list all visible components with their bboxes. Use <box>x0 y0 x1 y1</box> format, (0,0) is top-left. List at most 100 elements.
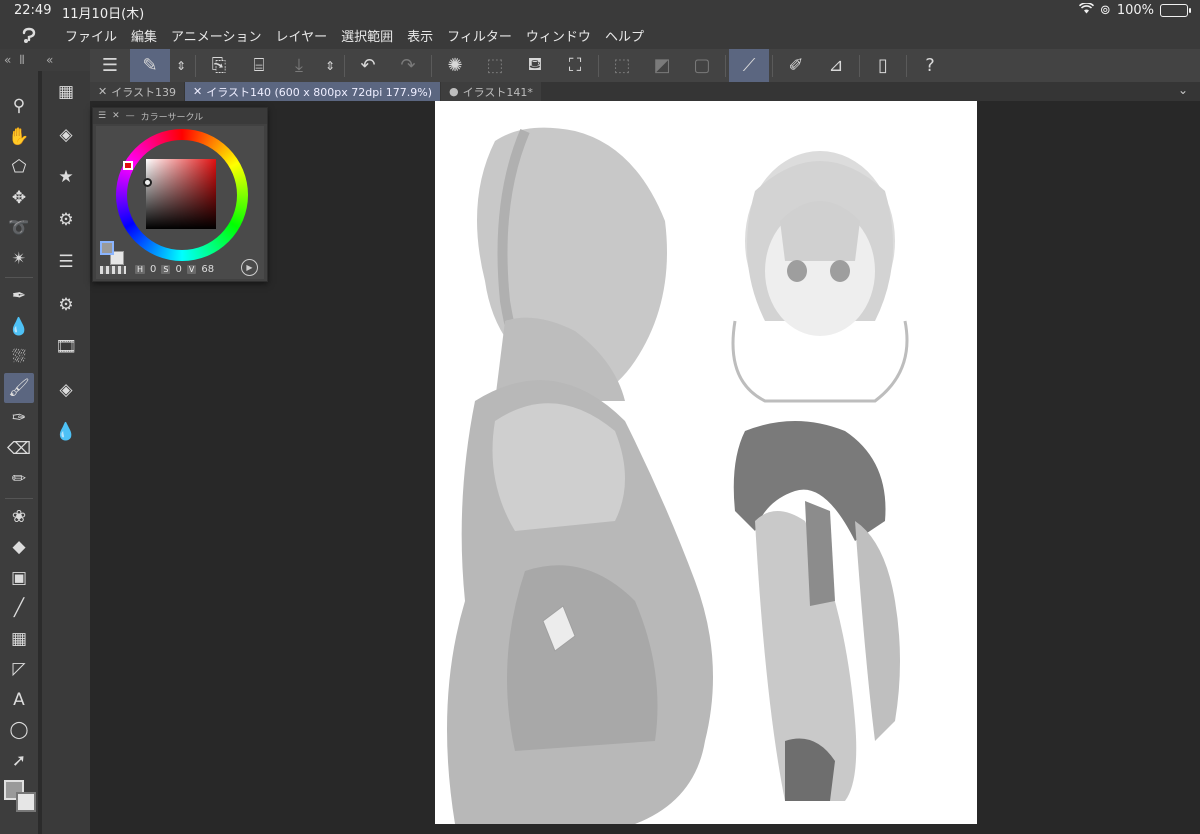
toolbar-divider <box>906 54 907 77</box>
menu-file[interactable]: ファイル <box>58 26 124 45</box>
zoom-icon[interactable]: ⚲ <box>0 91 38 122</box>
color-mix-icon[interactable]: 💧 <box>42 411 90 454</box>
grip-icon[interactable]: ☰ <box>98 111 106 121</box>
layer-search-icon[interactable]: ◈ <box>42 369 90 412</box>
collapse-left-icon-2[interactable]: « <box>46 53 53 67</box>
brush-list-icon[interactable]: ☰ <box>42 241 90 284</box>
close-icon[interactable]: ✕ <box>98 85 107 98</box>
unsaved-dot-icon: ● <box>449 85 459 98</box>
correction-icon[interactable]: ➚ <box>0 746 38 777</box>
fill-icon[interactable]: ◆ <box>0 532 38 563</box>
tab-illust-140[interactable]: ✕ イラスト140 (600 x 800px 72dpi 177.9%) <box>185 82 441 101</box>
tool-palette: ⚲ ✋ ⬠ ✥ ➰ ✴ ✒ 💧 ⛆ 🖌 ✑ ⌫ ✏ ❀ ◆ ▣ ╱ ▦ ◸ A … <box>0 71 38 834</box>
layer-property-icon[interactable]: ▦ <box>42 71 90 114</box>
tab-label: イラスト140 (600 x 800px 72dpi 177.9%) <box>206 85 433 99</box>
sub-color-swatch[interactable] <box>16 792 36 812</box>
loading-spinner-icon[interactable]: ✺ <box>435 49 475 82</box>
saturation-value[interactable]: 0 <box>175 264 181 275</box>
toolbar-divider <box>859 54 860 77</box>
blend-icon[interactable]: 💧 <box>0 312 38 343</box>
minimize-icon[interactable]: — <box>126 111 135 121</box>
ruler-icon[interactable]: ◸ <box>0 654 38 685</box>
eraser-icon[interactable]: ⌫ <box>0 434 38 465</box>
new-file-icon[interactable]: ⎘ <box>199 49 239 82</box>
snap-ruler-icon[interactable]: ⟋ <box>729 49 769 82</box>
close-icon[interactable]: ✕ <box>112 111 120 121</box>
document-tabs: ✕ イラスト139 ✕ イラスト140 (600 x 800px 72dpi 1… <box>90 82 1200 101</box>
menu-view[interactable]: 表示 <box>400 26 440 45</box>
updown-chevron-icon[interactable]: ⇕ <box>170 49 192 82</box>
collapse-left-icon[interactable]: « <box>4 53 11 67</box>
hue-value[interactable]: 0 <box>150 264 156 275</box>
menu-window[interactable]: ウィンドウ <box>519 26 598 45</box>
material-icon[interactable]: ★ <box>42 156 90 199</box>
tab-illust-139[interactable]: ✕ イラスト139 <box>90 82 184 101</box>
tab-illust-141[interactable]: ● イラスト141* <box>441 82 541 101</box>
save-icon[interactable]: ⤓ <box>279 49 319 82</box>
ruler-pen-icon[interactable]: ⊿ <box>816 49 856 82</box>
pencil-icon[interactable]: ✏ <box>0 464 38 495</box>
selection-border-icon[interactable]: ▢ <box>682 49 722 82</box>
lasso-icon[interactable]: ➰ <box>0 213 38 244</box>
wifi-icon <box>1078 2 1094 18</box>
move-icon[interactable]: ✥ <box>0 183 38 214</box>
text-icon[interactable]: A <box>0 685 38 716</box>
fill-bucket-icon[interactable]: ⛾ <box>515 49 555 82</box>
layers-icon[interactable]: ◈ <box>42 114 90 157</box>
balloon-icon[interactable]: ◯ <box>0 715 38 746</box>
play-icon[interactable]: ▶ <box>241 259 258 276</box>
menu-selection[interactable]: 選択範囲 <box>334 26 400 45</box>
close-icon[interactable]: ✕ <box>193 85 202 98</box>
redo-icon[interactable]: ↷ <box>388 49 428 82</box>
app-logo-icon[interactable] <box>0 27 58 45</box>
hue-marker[interactable] <box>123 161 133 170</box>
clear-icon[interactable]: ⬚ <box>475 49 515 82</box>
open-folder-icon[interactable]: ⌸ <box>239 49 279 82</box>
object-select-icon[interactable]: ⬠ <box>0 152 38 183</box>
hand-icon[interactable]: ✋ <box>0 122 38 153</box>
timeline-icon[interactable]: 🎞 <box>42 326 90 369</box>
sketch-artwork <box>447 127 909 824</box>
main-color-swatch[interactable] <box>100 241 114 255</box>
brush-tool-icon[interactable]: 🖌 <box>4 372 34 403</box>
status-bar: 22:49 11月10日(木) ⊚ 100% <box>0 0 1200 22</box>
menu-filter[interactable]: フィルター <box>440 26 519 45</box>
hamburger-menu-icon[interactable]: ☰ <box>90 49 130 82</box>
brush-gear-icon[interactable]: ⚙ <box>42 284 90 327</box>
value-value[interactable]: 68 <box>201 264 214 275</box>
menu-layer[interactable]: レイヤー <box>269 26 335 45</box>
menu-edit[interactable]: 編集 <box>124 26 164 45</box>
color-circle-panel: ☰ ✕ — カラーサークル H 0 S 0 V 68 ▶ <box>92 107 268 282</box>
brush-icon[interactable]: ✐ <box>776 49 816 82</box>
undo-icon[interactable]: ↶ <box>348 49 388 82</box>
saturation-value-square[interactable] <box>146 159 216 229</box>
airbrush-icon[interactable]: ⛆ <box>0 342 38 373</box>
help-icon[interactable]: ? <box>910 49 950 82</box>
deselect-icon[interactable]: ⬚ <box>602 49 642 82</box>
sv-cursor[interactable] <box>143 178 152 187</box>
menu-help[interactable]: ヘルプ <box>598 26 651 45</box>
magic-wand-icon[interactable]: ✴ <box>0 244 38 275</box>
menu-animation[interactable]: アニメーション <box>164 26 268 45</box>
grip-icon[interactable]: ⦀ <box>19 53 24 68</box>
toolbar-divider <box>431 54 432 77</box>
hsv-values: H 0 S 0 V 68 <box>100 264 214 275</box>
eyedropper-icon[interactable]: ✒ <box>0 281 38 312</box>
edit-mode-button[interactable]: ✎ <box>130 49 170 82</box>
drawing-canvas[interactable] <box>435 101 977 824</box>
frame-border-icon[interactable]: ▦ <box>0 624 38 655</box>
battery-percent: 100% <box>1116 3 1154 18</box>
transform-icon[interactable]: ⛶ <box>555 49 595 82</box>
pen-icon[interactable]: ✑ <box>0 403 38 434</box>
line-icon[interactable]: ╱ <box>0 593 38 624</box>
invert-selection-icon[interactable]: ◩ <box>642 49 682 82</box>
transparent-toggle-icon[interactable] <box>100 265 126 274</box>
brush-settings-icon[interactable]: ⚙ <box>42 199 90 242</box>
gradient-icon[interactable]: ▣ <box>0 563 38 594</box>
chevron-down-icon[interactable]: ⌄ <box>1178 83 1188 97</box>
smartphone-icon[interactable]: ▯ <box>863 49 903 82</box>
tool-divider <box>5 277 33 278</box>
orientation-lock-icon: ⊚ <box>1099 3 1111 18</box>
decoration-icon[interactable]: ❀ <box>0 502 38 533</box>
updown-chevron-icon-2[interactable]: ⇕ <box>319 49 341 82</box>
